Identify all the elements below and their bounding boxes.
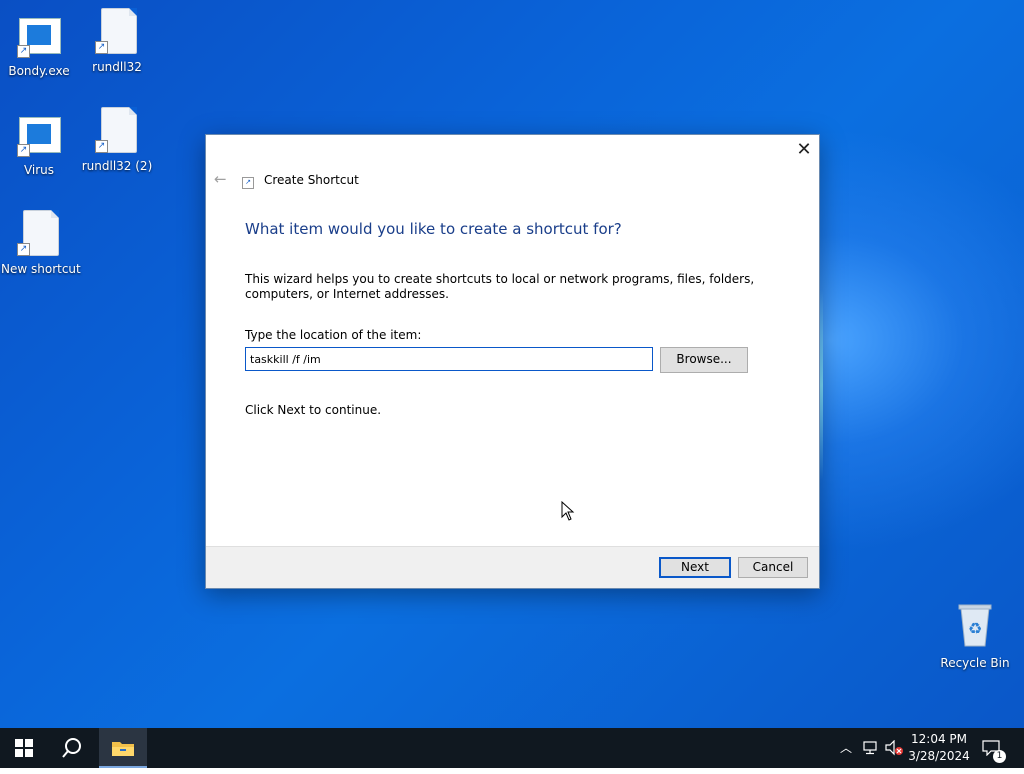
dialog-footer: Next Cancel	[206, 546, 819, 588]
desktop-icon-label: Virus	[23, 163, 55, 177]
cancel-button[interactable]: Cancel	[738, 557, 808, 578]
desktop-icon-label: New shortcut	[1, 262, 81, 276]
clock-date: 3/28/2024	[908, 749, 970, 763]
desktop-icon-label: rundll32	[92, 60, 142, 74]
dialog-title: Create Shortcut	[264, 173, 359, 187]
shortcut-arrow-icon: ↗	[17, 144, 30, 157]
create-shortcut-dialog: ✕ ← ↗ Create Shortcut What item would yo…	[205, 134, 820, 589]
notification-count-badge: 1	[993, 750, 1006, 763]
file-explorer-button[interactable]	[99, 728, 147, 768]
location-input[interactable]	[245, 347, 653, 371]
show-hidden-icons-button[interactable]: ︿	[838, 728, 854, 768]
desktop-icon-label: Bondy.exe	[8, 64, 70, 78]
desktop-icon-recycle-bin[interactable]: ♻ Recycle Bin	[937, 602, 1013, 670]
taskbar: ︿ 12:04 PM 3/28/2024	[0, 728, 1024, 768]
chevron-up-icon: ︿	[839, 741, 852, 755]
close-button[interactable]: ✕	[793, 139, 815, 161]
program-icon: ↗	[17, 109, 61, 159]
next-button[interactable]: Next	[659, 557, 731, 578]
desktop-icon-label: rundll32 (2)	[81, 159, 153, 173]
shortcut-icon: ↗	[242, 177, 254, 189]
desktop-icon-label: Recycle Bin	[940, 656, 1010, 670]
desktop-icon-virus[interactable]: ↗ Virus	[1, 109, 77, 177]
windows-logo-icon	[15, 739, 33, 757]
search-button[interactable]	[48, 728, 96, 768]
browse-button[interactable]: Browse...	[660, 347, 748, 373]
wizard-heading: What item would you like to create a sho…	[245, 220, 622, 238]
desktop-icon-bondy[interactable]: ↗ Bondy.exe	[1, 10, 77, 78]
location-label: Type the location of the item:	[245, 328, 422, 342]
wizard-description: This wizard helps you to create shortcut…	[245, 272, 755, 301]
search-icon	[62, 738, 81, 758]
file-icon: ↗	[17, 208, 61, 258]
mouse-cursor-icon	[561, 501, 575, 521]
desktop-icon-new-shortcut[interactable]: ↗ New shortcut	[1, 208, 81, 276]
clock-time: 12:04 PM	[911, 732, 967, 746]
recycle-bin-icon: ♻	[953, 602, 997, 652]
svg-text:♻: ♻	[968, 619, 982, 638]
network-icon[interactable]	[862, 728, 880, 768]
desktop-icon-rundll32[interactable]: ↗ rundll32	[79, 6, 155, 74]
continue-hint: Click Next to continue.	[245, 403, 382, 417]
shortcut-arrow-icon: ↗	[95, 140, 108, 153]
folder-icon	[112, 742, 134, 756]
clock[interactable]: 12:04 PM 3/28/2024	[905, 731, 973, 765]
back-arrow-icon[interactable]: ←	[214, 171, 230, 187]
start-button[interactable]	[0, 728, 48, 768]
shortcut-arrow-icon: ↗	[95, 41, 108, 54]
desktop-icon-rundll32-2[interactable]: ↗ rundll32 (2)	[79, 105, 155, 173]
file-icon: ↗	[95, 105, 139, 155]
shortcut-arrow-icon: ↗	[17, 243, 30, 256]
shortcut-arrow-icon: ↗	[17, 45, 30, 58]
program-icon: ↗	[17, 10, 61, 60]
volume-muted-icon[interactable]	[885, 728, 903, 768]
file-icon: ↗	[95, 6, 139, 56]
